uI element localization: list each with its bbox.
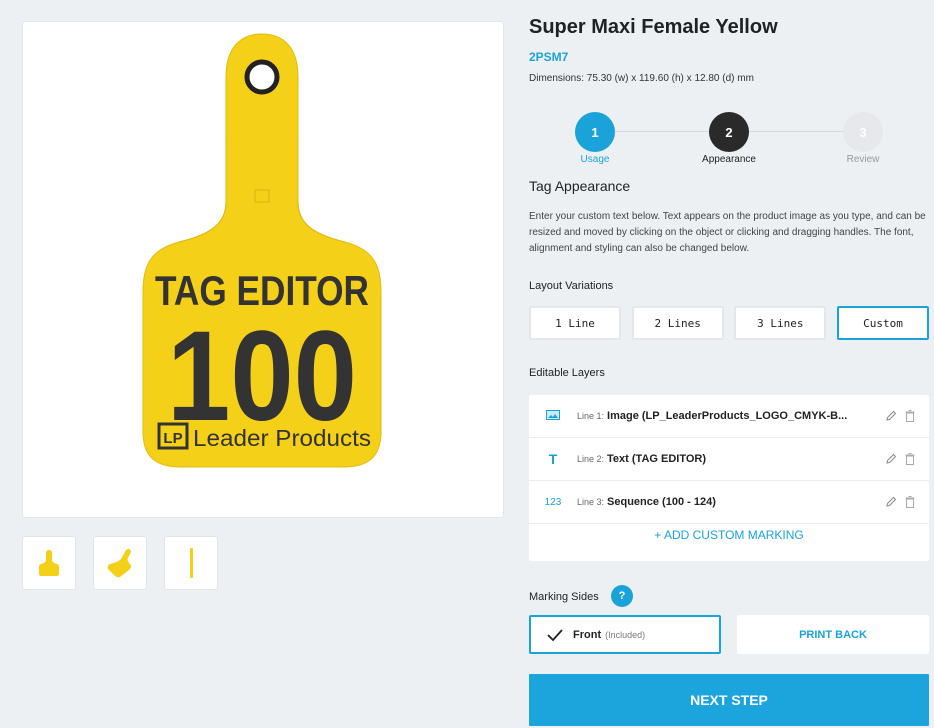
text-icon: T [548, 451, 558, 467]
step-1-label[interactable]: Usage [550, 154, 640, 165]
help-icon[interactable]: ? [611, 585, 633, 607]
layer-1-prefix: Line 1: [577, 411, 605, 421]
layer-3-prefix: Line 3: [577, 497, 605, 507]
edit-pencil-icon[interactable] [885, 410, 897, 422]
tag-angle-thumb-icon [107, 548, 132, 578]
logo-text: Leader Products [193, 425, 371, 451]
step-3-circle: 3 [843, 112, 883, 152]
tag-preview-svg: TAG EDITOR 100 LP Leader Products [142, 33, 382, 468]
front-side-option[interactable]: Front (Included) [529, 615, 721, 654]
trash-icon[interactable] [905, 453, 915, 465]
progress-stepper: 1 2 3 Usage Appearance Review [529, 112, 929, 172]
add-custom-marking-button[interactable]: + ADD CUSTOM MARKING [529, 528, 929, 542]
front-side-note: (Included) [605, 629, 646, 640]
editable-layers-label: Editable Layers [529, 367, 605, 379]
layout-1-line-button[interactable]: 1 Line [529, 306, 621, 340]
print-back-button[interactable]: PRINT BACK [737, 615, 929, 654]
tag-hole [244, 59, 280, 95]
step-2-label: Appearance [702, 154, 756, 165]
tag-preview-canvas[interactable]: TAG EDITOR 100 LP Leader Products [22, 21, 504, 518]
tag-appearance-heading: Tag Appearance [529, 178, 631, 194]
layer-2-prefix: Line 2: [577, 454, 605, 464]
editable-layers-list: Line 1: Image (LP_LeaderProducts_LOGO_CMY… [529, 395, 929, 561]
image-icon [529, 409, 577, 423]
layout-2-lines-button[interactable]: 2 Lines [631, 306, 724, 340]
product-dimensions: Dimensions: 75.30 (w) x 119.60 (h) x 12.… [529, 73, 754, 84]
layer-3-value: Sequence (100 - 124) [607, 496, 716, 508]
layer-row-2[interactable]: T Line 2: Text (TAG EDITOR) [529, 438, 929, 481]
step-connector [615, 131, 709, 132]
thumbnail-strip [22, 536, 218, 590]
trash-icon[interactable] [905, 496, 915, 508]
layout-3-lines-button[interactable]: 3 Lines [734, 306, 827, 340]
product-title: Super Maxi Female Yellow [529, 16, 778, 38]
step-2-circle[interactable]: 2 [709, 112, 749, 152]
front-side-label: Front [573, 628, 602, 641]
thumbnail-front[interactable] [22, 536, 76, 590]
thumbnail-angle[interactable] [93, 536, 147, 590]
sequence-icon: 123 [544, 496, 562, 508]
thumbnail-side[interactable] [164, 536, 218, 590]
layer-row-1[interactable]: Line 1: Image (LP_LeaderProducts_LOGO_CMY… [529, 395, 929, 438]
step-connector [749, 131, 843, 132]
layer-2-value: Text (TAG EDITOR) [607, 453, 707, 465]
next-step-button[interactable]: NEXT STEP [529, 674, 929, 726]
svg-text:LP: LP [163, 430, 182, 447]
edit-pencil-icon[interactable] [885, 453, 897, 465]
layout-custom-button[interactable]: Custom [836, 306, 929, 340]
product-sku: 2PSM7 [529, 50, 569, 64]
layer-1-value: Image (LP_LeaderProducts_LOGO_CMYK-B... [607, 410, 848, 422]
edit-pencil-icon[interactable] [885, 496, 897, 508]
layout-variations-label: Layout Variations [529, 280, 614, 292]
tag-side-thumb-icon [190, 548, 193, 578]
tag-thumb-icon [39, 550, 59, 576]
layer-row-3[interactable]: 123 Line 3: Sequence (100 - 124) [529, 481, 929, 524]
layout-variations: 1 Line 2 Lines 3 Lines Custom [529, 306, 929, 340]
marking-sides-label: Marking Sides [529, 591, 599, 603]
step-1-circle[interactable]: 1 [575, 112, 615, 152]
checkmark-icon [547, 628, 563, 641]
tag-appearance-description: Enter your custom text below. Text appea… [529, 211, 926, 254]
step-3-label: Review [846, 154, 880, 165]
trash-icon[interactable] [905, 410, 915, 422]
